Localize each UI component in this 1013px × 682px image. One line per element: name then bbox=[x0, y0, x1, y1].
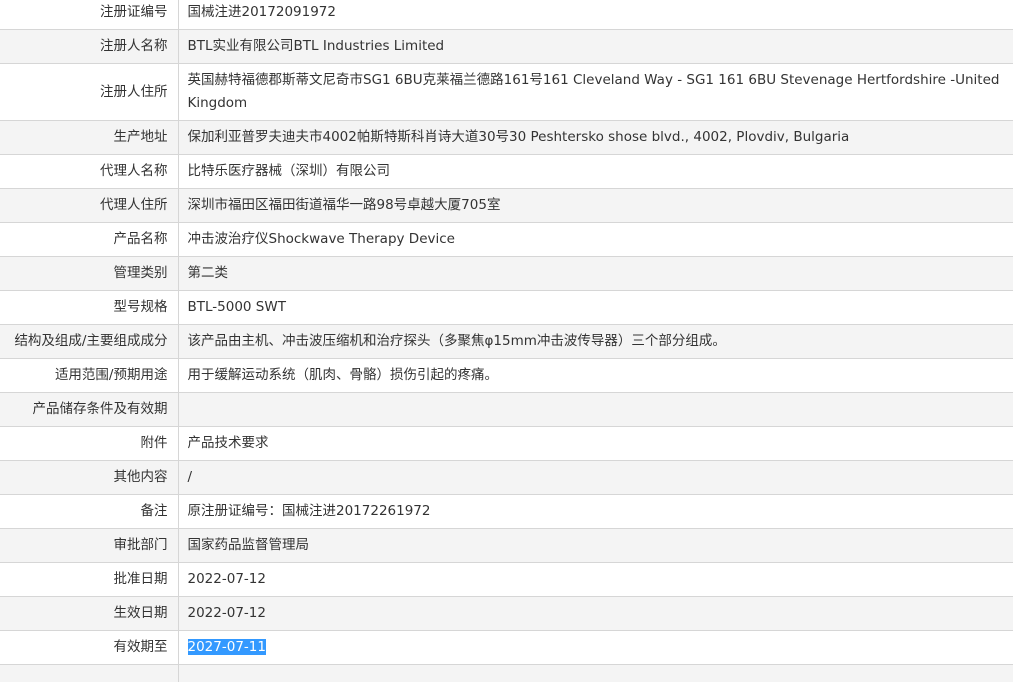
row-label: 注册人住所 bbox=[0, 63, 179, 121]
row-label: 注册人名称 bbox=[0, 29, 179, 64]
table-row-storage-conditions: 产品储存条件及有效期 bbox=[0, 392, 1013, 427]
row-label: 附件 bbox=[0, 426, 179, 461]
row-value: 比特乐医疗器械（深圳）有限公司 bbox=[178, 154, 1013, 189]
row-value bbox=[178, 392, 1013, 427]
row-label: 生效日期 bbox=[0, 596, 179, 631]
table-row-registrant-name: 注册人名称 BTL实业有限公司BTL Industries Limited bbox=[0, 29, 1013, 64]
row-label: 其他内容 bbox=[0, 460, 179, 495]
row-label: 适用范围/预期用途 bbox=[0, 358, 179, 393]
row-value: 2022-07-12 bbox=[178, 562, 1013, 597]
row-value: 用于缓解运动系统（肌肉、骨骼）损伤引起的疼痛。 bbox=[178, 358, 1013, 393]
table-row-other-content: 其他内容 / bbox=[0, 460, 1013, 495]
row-value: 冲击波治疗仪Shockwave Therapy Device bbox=[178, 222, 1013, 257]
row-value: 国家药品监督管理局 bbox=[178, 528, 1013, 563]
row-value: 2027-07-11 bbox=[178, 630, 1013, 665]
row-label: 型号规格 bbox=[0, 290, 179, 325]
row-value: 该产品由主机、冲击波压缩机和治疗探头（多聚焦φ15mm冲击波传导器）三个部分组成… bbox=[178, 324, 1013, 359]
table-row-empty bbox=[0, 664, 1013, 682]
row-value: BTL实业有限公司BTL Industries Limited bbox=[178, 29, 1013, 64]
row-label: 生产地址 bbox=[0, 120, 179, 155]
table-row-effective-date: 生效日期 2022-07-12 bbox=[0, 596, 1013, 631]
table-row-valid-until: 有效期至 2027-07-11 bbox=[0, 630, 1013, 665]
row-value: 2022-07-12 bbox=[178, 596, 1013, 631]
row-value: 国械注进20172091972 bbox=[178, 0, 1013, 30]
registration-detail-page: 注册证编号 国械注进20172091972 注册人名称 BTL实业有限公司BTL… bbox=[0, 0, 1013, 682]
table-row-intended-use: 适用范围/预期用途 用于缓解运动系统（肌肉、骨骼）损伤引起的疼痛。 bbox=[0, 358, 1013, 393]
row-value: 深圳市福田区福田街道福华一路98号卓越大厦705室 bbox=[178, 188, 1013, 223]
row-label bbox=[0, 664, 179, 682]
row-value: / bbox=[178, 460, 1013, 495]
row-value bbox=[178, 664, 1013, 682]
row-value: 原注册证编号：国械注进20172261972 bbox=[178, 494, 1013, 529]
row-value: BTL-5000 SWT bbox=[178, 290, 1013, 325]
table-row-agent-address: 代理人住所 深圳市福田区福田街道福华一路98号卓越大厦705室 bbox=[0, 188, 1013, 223]
row-label: 批准日期 bbox=[0, 562, 179, 597]
row-label: 产品储存条件及有效期 bbox=[0, 392, 179, 427]
table-row-approval-department: 审批部门 国家药品监督管理局 bbox=[0, 528, 1013, 563]
row-value: 产品技术要求 bbox=[178, 426, 1013, 461]
row-label: 产品名称 bbox=[0, 222, 179, 257]
table-row-structure-composition: 结构及组成/主要组成成分 该产品由主机、冲击波压缩机和治疗探头（多聚焦φ15mm… bbox=[0, 324, 1013, 359]
selected-valid-until-text[interactable]: 2027-07-11 bbox=[187, 639, 266, 655]
table-row-production-address: 生产地址 保加利亚普罗夫迪夫市4002帕斯特斯科肖诗大道30号30 Peshte… bbox=[0, 120, 1013, 155]
row-label: 注册证编号 bbox=[0, 0, 179, 30]
row-value: 第二类 bbox=[178, 256, 1013, 291]
table-row-registration-number: 注册证编号 国械注进20172091972 bbox=[0, 0, 1013, 30]
row-label: 备注 bbox=[0, 494, 179, 529]
row-label: 代理人名称 bbox=[0, 154, 179, 189]
row-label: 审批部门 bbox=[0, 528, 179, 563]
row-label: 结构及组成/主要组成成分 bbox=[0, 324, 179, 359]
row-value: 英国赫特福德郡斯蒂文尼奇市SG1 6BU克莱福兰德路161号161 Clevel… bbox=[178, 63, 1013, 121]
registration-detail-table: 注册证编号 国械注进20172091972 注册人名称 BTL实业有限公司BTL… bbox=[0, 0, 1013, 682]
row-label: 管理类别 bbox=[0, 256, 179, 291]
table-row-registrant-address: 注册人住所 英国赫特福德郡斯蒂文尼奇市SG1 6BU克莱福兰德路161号161 … bbox=[0, 63, 1013, 121]
row-value: 保加利亚普罗夫迪夫市4002帕斯特斯科肖诗大道30号30 Peshtersko … bbox=[178, 120, 1013, 155]
table-row-attachments: 附件 产品技术要求 bbox=[0, 426, 1013, 461]
table-row-product-name: 产品名称 冲击波治疗仪Shockwave Therapy Device bbox=[0, 222, 1013, 257]
table-row-approval-date: 批准日期 2022-07-12 bbox=[0, 562, 1013, 597]
row-label: 代理人住所 bbox=[0, 188, 179, 223]
table-row-agent-name: 代理人名称 比特乐医疗器械（深圳）有限公司 bbox=[0, 154, 1013, 189]
table-row-model-spec: 型号规格 BTL-5000 SWT bbox=[0, 290, 1013, 325]
table-row-remarks: 备注 原注册证编号：国械注进20172261972 bbox=[0, 494, 1013, 529]
table-row-management-category: 管理类别 第二类 bbox=[0, 256, 1013, 291]
row-label: 有效期至 bbox=[0, 630, 179, 665]
